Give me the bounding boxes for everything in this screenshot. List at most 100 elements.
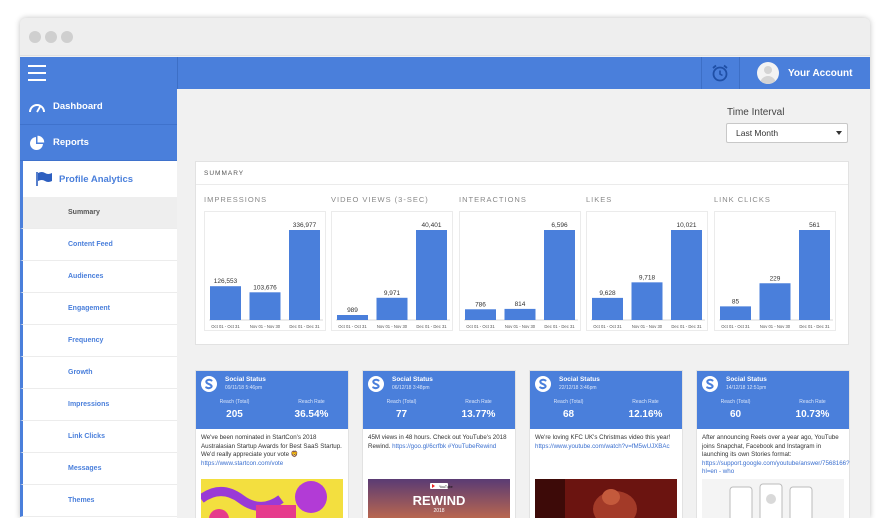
sidebar-item-label: Profile Analytics bbox=[59, 173, 134, 185]
post-card[interactable]: Social Status 09/11/18 5:46pm Reach (Tot… bbox=[195, 370, 349, 518]
subitem-label: Messages bbox=[68, 465, 102, 472]
card-profile-name: Social Status bbox=[225, 376, 266, 383]
avatar[interactable] bbox=[757, 62, 779, 84]
card-profile-name: Social Status bbox=[726, 376, 767, 383]
sidebar-subitem-impressions[interactable]: Impressions bbox=[20, 389, 177, 421]
time-interval-label: Time Interval bbox=[727, 107, 785, 118]
data-label: 6,596 bbox=[551, 222, 568, 229]
metric-likes: LIKES 9,628 Oct 01 - Oct 31 9,718 Nov 01 - … bbox=[586, 195, 708, 337]
topbar-divider bbox=[739, 57, 740, 89]
sidebar-subitem-messages[interactable]: Messages bbox=[20, 453, 177, 485]
sidebar-subitem-link-clicks[interactable]: Link Clicks bbox=[20, 421, 177, 453]
bar[interactable] bbox=[671, 230, 702, 320]
sidebar-subitem-content-feed[interactable]: Content Feed bbox=[20, 229, 177, 261]
reach-rate-label: Reach Rate bbox=[298, 399, 325, 405]
card-header: Social Status 09/11/18 5:46pm Reach (Tot… bbox=[196, 371, 348, 429]
metric-title: LIKES bbox=[586, 195, 613, 204]
alarm-clock-icon[interactable] bbox=[710, 63, 730, 83]
sidebar-subitem-growth[interactable]: Growth bbox=[20, 357, 177, 389]
sidebar-item-reports[interactable]: Reports bbox=[20, 125, 177, 161]
post-image[interactable]: YouTube REWIND 2018 bbox=[368, 479, 510, 518]
bar[interactable] bbox=[544, 230, 575, 320]
subitem-label: Impressions bbox=[68, 401, 110, 408]
data-label: 336,977 bbox=[293, 222, 317, 229]
bar[interactable] bbox=[592, 297, 623, 320]
sidebar-item-dashboard[interactable]: Dashboard bbox=[20, 89, 177, 125]
post-card[interactable]: Social Status 22/12/18 3:46pm Reach (Tot… bbox=[529, 370, 683, 518]
sidebar-subitem-audiences[interactable]: Audiences bbox=[20, 261, 177, 293]
window-dot-icon[interactable] bbox=[29, 30, 41, 43]
sidebar-subitem-themes[interactable]: Themes bbox=[20, 485, 177, 517]
tick-label: Nov 01 - Nov 30 bbox=[377, 324, 408, 329]
window-dot-icon[interactable] bbox=[61, 30, 73, 43]
bar[interactable] bbox=[337, 315, 368, 320]
post-body: We're loving KFC UK's Christmas video th… bbox=[535, 434, 671, 441]
flag-icon bbox=[35, 171, 53, 187]
data-label: 786 bbox=[475, 301, 486, 308]
post-text: We're loving KFC UK's Christmas video th… bbox=[530, 429, 682, 469]
post-text: After announcing Reels over a year ago, … bbox=[697, 429, 850, 475]
post-card[interactable]: Social Status 14/12/18 12:51pm Reach (To… bbox=[696, 370, 850, 518]
bar[interactable] bbox=[631, 282, 663, 320]
bar[interactable] bbox=[759, 283, 791, 320]
post-body: We've been nominated in StartCon's 2018 … bbox=[201, 434, 342, 458]
reach-rate-label: Reach Rate bbox=[799, 399, 826, 405]
bar[interactable] bbox=[416, 230, 447, 320]
post-link[interactable]: https://support.google.com/youtube/answe… bbox=[702, 460, 850, 476]
tick-label: Nov 01 - Nov 30 bbox=[250, 324, 281, 329]
subitem-label: Themes bbox=[68, 497, 95, 504]
data-label: 561 bbox=[809, 222, 820, 229]
post-link[interactable]: https://goo.gl/6crfbk #YouTubeRewind bbox=[392, 443, 496, 450]
pie-chart-icon bbox=[28, 135, 46, 151]
time-interval-select[interactable]: Last Month bbox=[726, 123, 848, 143]
post-link[interactable]: https://www.youtube.com/watch?v=fM5wUJXB… bbox=[535, 443, 670, 450]
data-label: 9,971 bbox=[384, 290, 401, 297]
card-date: 14/12/18 12:51pm bbox=[726, 385, 767, 391]
bar[interactable] bbox=[376, 297, 408, 320]
hamburger-menu-icon[interactable] bbox=[28, 65, 46, 81]
sidebar: Dashboard Reports Profile Analytics Summ… bbox=[20, 89, 177, 518]
metric-title: VIDEO VIEWS (3-SEC) bbox=[331, 195, 429, 204]
metric-title: LINK CLICKS bbox=[714, 195, 771, 204]
bar[interactable] bbox=[289, 230, 320, 320]
metric-video-views: VIDEO VIEWS (3-SEC) 989 Oct 01 - Oct 31 9,… bbox=[331, 195, 453, 337]
window-dot-icon[interactable] bbox=[45, 30, 57, 43]
social-status-logo-icon bbox=[535, 376, 551, 392]
bar-chart-link-clicks: 85 Oct 01 - Oct 31 229 Nov 01 - Nov 30 561 De… bbox=[714, 211, 836, 331]
reach-value: 205 bbox=[226, 409, 243, 420]
sidebar-subitem-frequency[interactable]: Frequency bbox=[20, 325, 177, 357]
post-link[interactable]: https://www.startcon.com/vote bbox=[201, 460, 283, 467]
data-label: 9,718 bbox=[639, 274, 656, 281]
main-content: Time Interval Last Month SUMMARY IMPRESS… bbox=[177, 89, 870, 518]
data-label: 103,676 bbox=[253, 284, 277, 291]
social-status-logo-icon bbox=[368, 376, 384, 392]
data-label: 126,553 bbox=[214, 278, 238, 285]
bar[interactable] bbox=[799, 230, 830, 320]
tick-label: Oct 01 - Oct 31 bbox=[338, 324, 367, 329]
tick-label: Oct 01 - Oct 31 bbox=[593, 324, 622, 329]
reach-rate-label: Reach Rate bbox=[465, 399, 492, 405]
bar[interactable] bbox=[504, 308, 536, 320]
sidebar-subitem-engagement[interactable]: Engagement bbox=[20, 293, 177, 325]
post-card[interactable]: Social Status 06/12/18 3:48pm Reach (Tot… bbox=[362, 370, 516, 518]
browser-window: Your Account Dashboard Reports Profile A… bbox=[20, 18, 870, 518]
sidebar-subitem-summary[interactable]: Summary bbox=[20, 197, 177, 229]
sidebar-item-profile-analytics[interactable]: Profile Analytics bbox=[20, 161, 177, 197]
data-label: 10,021 bbox=[677, 222, 697, 229]
post-image[interactable] bbox=[201, 479, 343, 518]
post-image[interactable] bbox=[535, 479, 677, 518]
bar[interactable] bbox=[249, 292, 281, 320]
social-status-logo-icon bbox=[702, 376, 718, 392]
metric-title: INTERACTIONS bbox=[459, 195, 527, 204]
metric-title: IMPRESSIONS bbox=[204, 195, 268, 204]
account-menu[interactable]: Your Account bbox=[757, 61, 852, 85]
bar[interactable] bbox=[720, 306, 751, 320]
data-label: 814 bbox=[515, 301, 526, 308]
bar[interactable] bbox=[465, 309, 496, 320]
image-badge: YouTube bbox=[439, 485, 453, 489]
bar[interactable] bbox=[210, 286, 241, 320]
tick-label: Dec 01 - Dec 31 bbox=[671, 324, 702, 329]
metric-interactions: INTERACTIONS 786 Oct 01 - Oct 31 814 Nov 01… bbox=[459, 195, 581, 337]
card-date: 06/12/18 3:48pm bbox=[392, 385, 430, 391]
post-image[interactable] bbox=[702, 479, 844, 518]
